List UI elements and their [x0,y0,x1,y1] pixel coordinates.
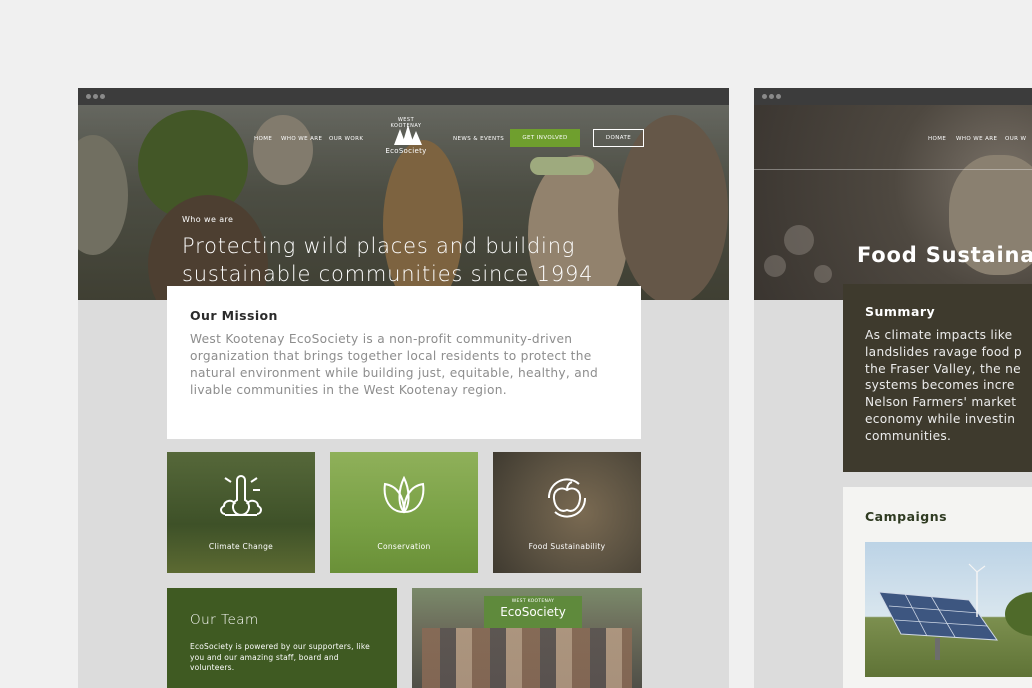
nav-home[interactable]: HOME [254,136,272,142]
tile-label: Conservation [377,542,431,551]
hero-divider [754,169,1032,170]
hero-title: Protecting wild places and building sust… [182,234,594,286]
team-banner: WEST KOOTENAY EcoSociety [484,596,582,628]
apple-icon [547,478,587,518]
photo-bokeh [814,265,832,283]
team-people [422,628,632,688]
nav-news-events[interactable]: NEWS & EVENTS [453,136,504,142]
browser-title-bar [754,88,1032,105]
summary-line: Nelson Farmers' market [865,395,1017,410]
trees-icon [394,125,422,145]
summary-line: As climate impacts like [865,328,1013,342]
photo-bokeh [784,225,814,255]
window-dot-icon[interactable] [769,94,774,99]
campaign-solar-image[interactable] [865,542,1032,677]
summary-line: the Fraser Valley, the ne [865,361,1021,376]
ecosociety-logo[interactable]: WEST KOOTENAY EcoSociety [384,115,428,167]
window-dot-icon[interactable] [776,94,781,99]
team-photo: WEST KOOTENAY EcoSociety [412,588,642,688]
nav-who-we-are[interactable]: WHO WE ARE [956,136,997,142]
team-heading: Our Team [190,612,259,628]
nav-who-we-are[interactable]: WHO WE ARE [281,136,322,142]
tile-food-sustainability[interactable]: Food Sustainability [493,452,641,573]
hero-photo: HOME WHO WE ARE OUR W Food Sustainab [754,105,1032,300]
leaf-icon [383,475,425,514]
tile-label: Food Sustainability [528,542,606,551]
summary-line: systems becomes incre [865,378,1015,393]
mission-heading: Our Mission [190,308,278,323]
hero-photo: HOME WHO WE ARE OUR WORK WEST KOOTENAY E… [78,105,729,300]
mission-card: Our Mission West Kootenay EcoSociety is … [167,286,641,439]
thermometer-icon [220,475,262,516]
window-dot-icon[interactable] [93,94,98,99]
team-card[interactable]: Our Team EcoSociety is powered by our su… [167,588,397,688]
hero-title: Food Sustainab [857,243,1032,267]
summary-line: economy while investin [865,411,1016,426]
browser-window-food-sustainability: HOME WHO WE ARE OUR W Food Sustainab Sum… [754,88,1032,688]
tile-conservation[interactable]: Conservation [330,452,478,573]
campaigns-heading: Campaigns [865,509,948,524]
summary-line: landslides ravage food p [865,344,1022,359]
hero-eyebrow: Who we are [182,215,234,224]
summary-heading: Summary [865,304,936,319]
banner-top-text: WEST KOOTENAY [511,599,555,604]
campaigns-section: Campaigns [843,487,1032,688]
tile-climate-change[interactable]: Climate Change [167,452,315,573]
mission-body: West Kootenay EcoSociety is a non-profit… [190,332,599,397]
get-involved-button[interactable]: GET INVOLVED [510,129,580,147]
tile-label: Climate Change [208,542,274,551]
donate-button[interactable]: DONATE [593,129,644,147]
summary-line: communities. [865,428,952,443]
logo-main-text: EcoSociety [385,147,427,155]
window-dot-icon[interactable] [100,94,105,99]
banner-main-text: EcoSociety [500,605,566,619]
nav-home[interactable]: HOME [928,136,946,142]
browser-title-bar [78,88,729,105]
nav-our-work[interactable]: OUR WORK [329,136,363,142]
summary-card: Summary As climate impacts like landslid… [843,284,1032,472]
browser-window-who-we-are: HOME WHO WE ARE OUR WORK WEST KOOTENAY E… [78,88,729,688]
window-dot-icon[interactable] [86,94,91,99]
photo-bokeh [764,255,786,277]
window-dot-icon[interactable] [762,94,767,99]
solar-panel-icon [878,563,1032,660]
nav-our-work[interactable]: OUR W [1005,136,1026,142]
team-body: EcoSociety is powered by our supporters,… [190,642,370,672]
